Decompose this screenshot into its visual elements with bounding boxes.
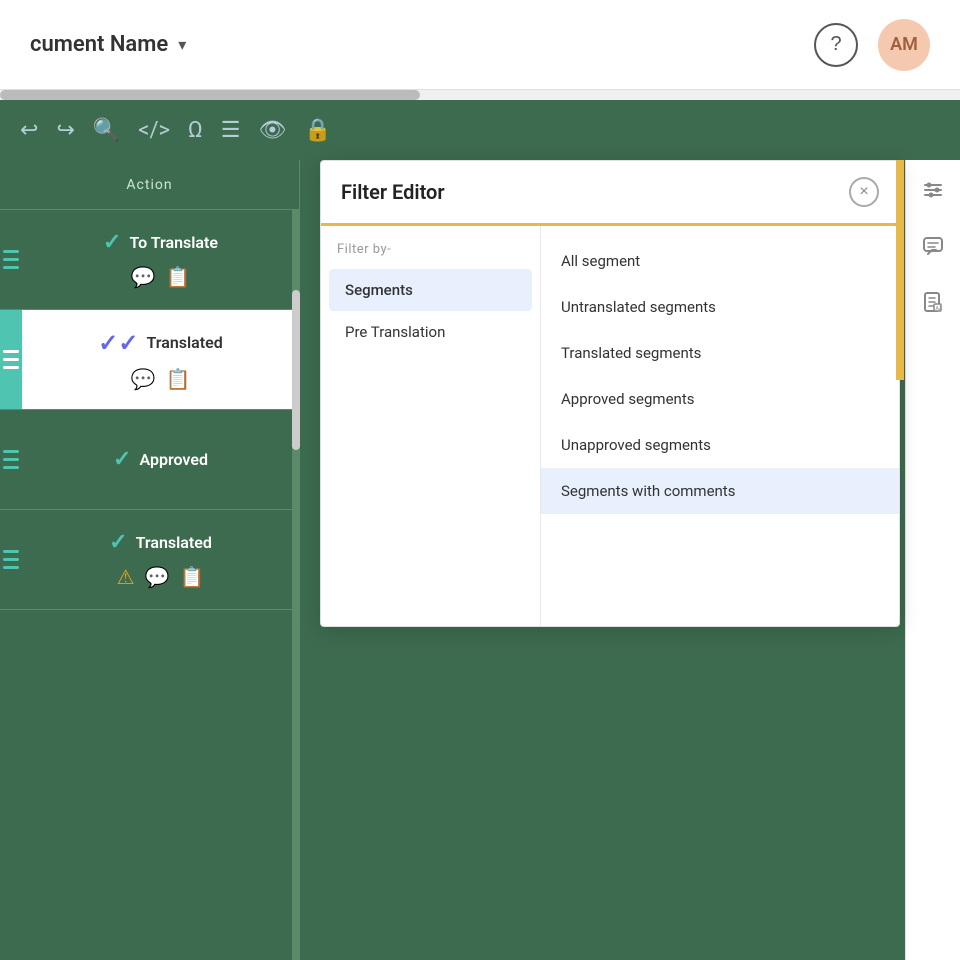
main-area: Action ✓ To Translate 💬 📋 [0, 160, 960, 960]
comment-icon[interactable]: 💬 [131, 367, 156, 391]
header-left: cument Name ▾ [30, 32, 186, 57]
filter-sidebar-button[interactable] [913, 170, 953, 210]
vertical-scrollbar[interactable] [292, 210, 300, 960]
segment-action-icons: 💬 📋 [131, 367, 191, 391]
app-header: cument Name ▾ ? AM [0, 0, 960, 90]
action-header-label: Action [126, 177, 172, 193]
table-row[interactable]: ✓✓ Translated 💬 📋 [0, 310, 300, 410]
segment-status: ✓ Approved [113, 447, 208, 472]
help-button[interactable]: ? [814, 23, 858, 67]
table-row[interactable]: ✓ To Translate 💬 📋 [0, 210, 300, 310]
close-button[interactable]: × [849, 177, 879, 207]
filter-options: All segment Untranslated segments Transl… [541, 226, 899, 626]
filter-editor-header: Filter Editor × [321, 161, 899, 226]
filter-option-translated[interactable]: Translated segments [541, 330, 899, 376]
redo-icon[interactable]: ↪ [56, 118, 74, 143]
status-label: Approved [139, 450, 208, 469]
filter-option-unapproved[interactable]: Unapproved segments [541, 422, 899, 468]
question-mark-icon: ? [830, 33, 841, 56]
avatar[interactable]: AM [878, 19, 930, 71]
scrollbar-thumb[interactable] [292, 290, 300, 450]
assign-icon[interactable]: 📋 [179, 565, 204, 589]
table-row[interactable]: ✓ Translated ⚠ 💬 📋 [0, 510, 300, 610]
header-right: ? AM [814, 19, 930, 71]
filter-option-comments[interactable]: Segments with comments [541, 468, 899, 514]
hide-icon[interactable]: 👁 [258, 118, 286, 143]
list-icon[interactable]: ☰ [221, 118, 241, 143]
check-icon: ✓ [113, 447, 131, 472]
comment-icon[interactable]: 💬 [145, 565, 170, 589]
svg-text:AZ: AZ [936, 306, 942, 312]
segment-content: ✓ To Translate 💬 📋 [22, 210, 299, 309]
segments-panel: Action ✓ To Translate 💬 📋 [0, 160, 300, 960]
filter-categories: Filter by- Segments Pre Translation [321, 226, 541, 626]
filter-option-untranslated[interactable]: Untranslated segments [541, 284, 899, 330]
filter-editor-title: Filter Editor [341, 180, 445, 204]
status-label: Translated [146, 333, 222, 352]
segment-status: ✓ To Translate [103, 230, 218, 255]
segments-category[interactable]: Segments [329, 269, 532, 311]
lock-icon[interactable]: 🔒 [304, 118, 331, 143]
status-label: To Translate [129, 233, 218, 252]
filter-editor-body: Filter by- Segments Pre Translation All … [321, 226, 899, 626]
close-icon: × [859, 183, 868, 201]
search-icon[interactable]: 🔍 [93, 118, 120, 143]
chevron-down-icon[interactable]: ▾ [178, 35, 186, 54]
comment-icon[interactable]: 💬 [131, 265, 156, 289]
editor-toolbar: ↩ ↪ 🔍 </> Ω ☰ 👁 🔒 [0, 100, 960, 160]
undo-icon[interactable]: ↩ [20, 118, 38, 143]
pre-translation-category[interactable]: Pre Translation [329, 311, 532, 353]
scrollbar-thumb[interactable] [0, 90, 420, 100]
check-icon: ✓ [109, 530, 127, 555]
segment-status: ✓ Translated [109, 530, 212, 555]
segment-status: ✓✓ Translated [98, 329, 223, 357]
special-chars-icon[interactable]: Ω [188, 118, 203, 143]
segment-action-icons: ⚠ 💬 📋 [117, 565, 205, 589]
double-check-icon: ✓✓ [98, 329, 138, 357]
warning-icon[interactable]: ⚠ [117, 565, 135, 589]
status-label: Translated [136, 533, 212, 552]
assign-icon[interactable]: 📋 [166, 367, 191, 391]
dictionary-sidebar-button[interactable]: AZ [913, 282, 953, 322]
comment-sidebar-button[interactable] [913, 226, 953, 266]
check-icon: ✓ [103, 230, 121, 255]
filter-editor-panel: Filter Editor × Filter by- Segments Pre … [320, 160, 900, 627]
segment-content: ✓ Translated ⚠ 💬 📋 [22, 510, 299, 609]
segment-action-icons: 💬 📋 [131, 265, 191, 289]
filter-option-all[interactable]: All segment [541, 238, 899, 284]
horizontal-scrollbar[interactable] [0, 90, 960, 100]
segment-content: ✓✓ Translated 💬 📋 [22, 310, 299, 409]
code-icon[interactable]: </> [138, 118, 170, 143]
document-name: cument Name [30, 32, 168, 57]
filter-by-label: Filter by- [321, 242, 540, 269]
assign-icon[interactable]: 📋 [166, 265, 191, 289]
action-column-header: Action [0, 160, 300, 210]
table-row[interactable]: ✓ Approved [0, 410, 300, 510]
segment-content: ✓ Approved [22, 410, 299, 509]
filter-option-approved[interactable]: Approved segments [541, 376, 899, 422]
right-sidebar: AZ [905, 160, 960, 960]
